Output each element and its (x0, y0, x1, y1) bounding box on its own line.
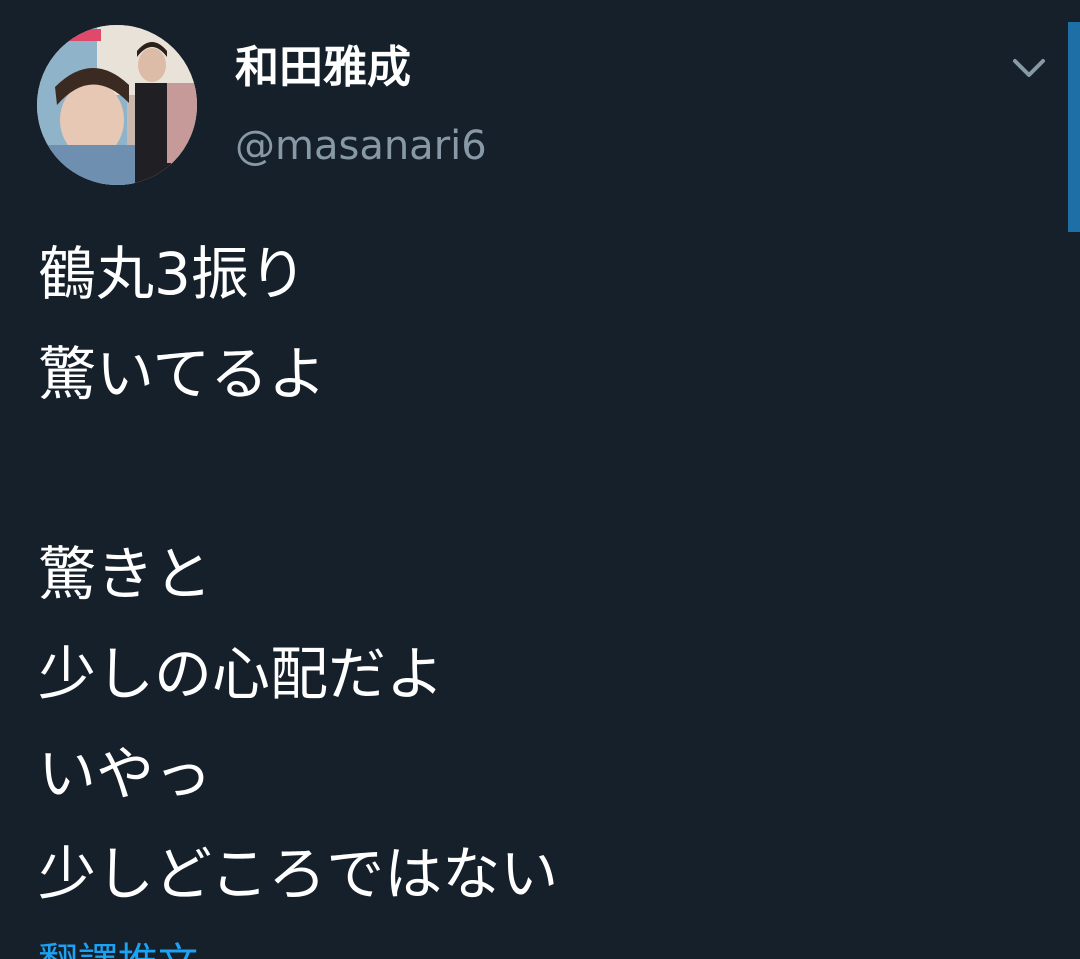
tweet-line: 鶴丸3振り (38, 240, 307, 308)
tweet-text: 鶴丸3振り 驚いてるよ 驚きと 少しの心配だよ いやっ 少しどころではない (38, 224, 1038, 924)
tweet-line: いやっ (38, 740, 213, 808)
profile-photo-icon (37, 25, 197, 185)
scrollbar[interactable] (1068, 22, 1080, 232)
tweet-line: 少しの心配だよ (38, 640, 445, 708)
tweet-line: 驚きと (38, 540, 213, 608)
tweet-line: 驚いてるよ (38, 340, 327, 408)
chevron-down-icon (1013, 59, 1045, 77)
tweet-screen: 和田雅成 @masanari6 鶴丸3振り 驚いてるよ 驚きと 少しの心配だよ … (0, 0, 1080, 959)
user-handle[interactable]: @masanari6 (235, 118, 487, 174)
translate-tweet-link[interactable]: 翻譯推文 (38, 935, 198, 959)
tweet-menu-button[interactable] (1005, 50, 1053, 86)
tweet-line: 少しどころではない (38, 840, 559, 908)
display-name[interactable]: 和田雅成 (235, 38, 411, 98)
avatar[interactable] (37, 25, 197, 185)
